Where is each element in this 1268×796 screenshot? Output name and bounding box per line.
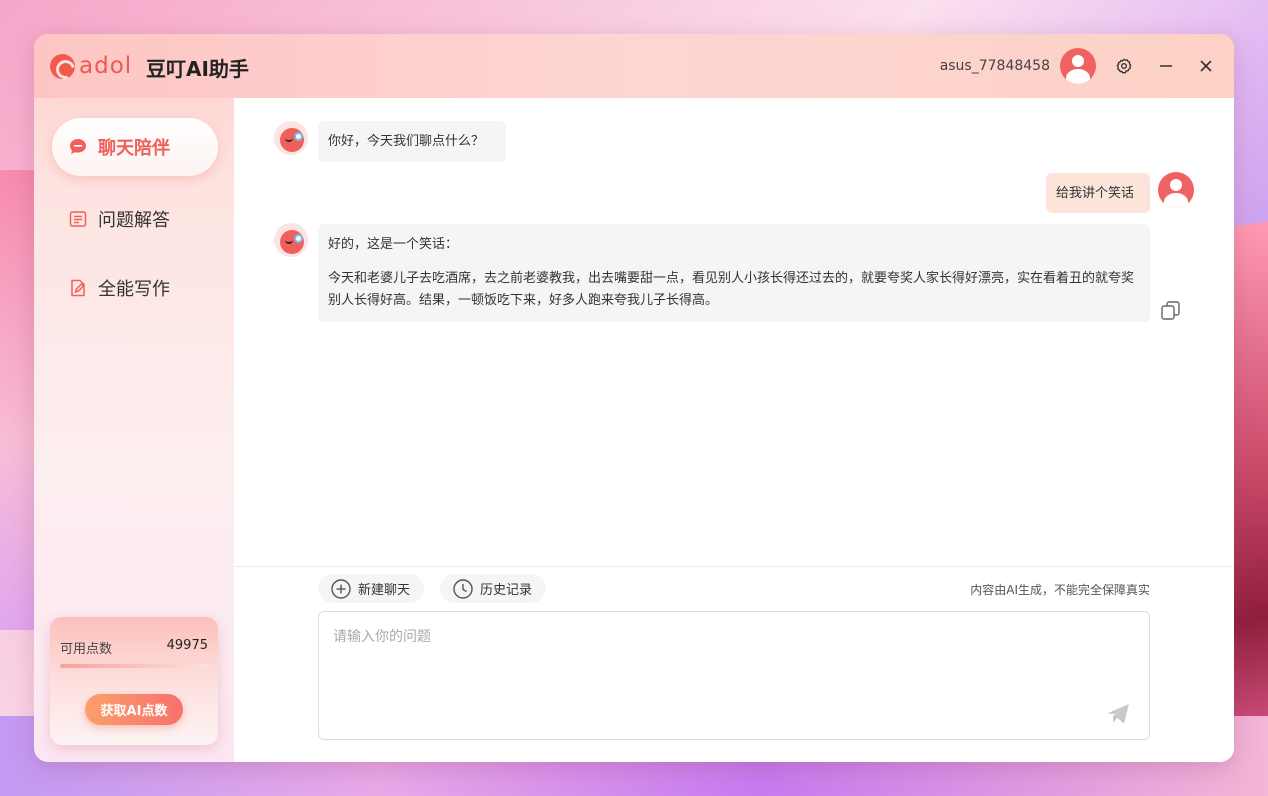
message-input[interactable] — [319, 612, 1149, 739]
composer-divider — [234, 566, 1234, 567]
document-list-icon — [68, 209, 88, 229]
points-progress-bar — [60, 664, 208, 668]
send-button[interactable] — [1105, 701, 1131, 727]
sidebar-item-label: 聊天陪伴 — [98, 138, 170, 159]
new-chat-label: 新建聊天 — [358, 583, 411, 598]
logo-text: adol — [79, 53, 133, 79]
message-text: 好的，这是一个笑话： — [328, 237, 459, 252]
copy-icon — [1161, 301, 1180, 320]
bot-message-bubble: 好的，这是一个笑话： 今天和老婆儿子去吃酒席，去之前老婆教我，出去嘴要甜一点，看… — [318, 224, 1150, 322]
bot-avatar — [274, 121, 308, 155]
message-text-body: 今天和老婆儿子去吃酒席，去之前老婆教我，出去嘴要甜一点，看见别人小孩长得还过去的… — [328, 271, 1135, 308]
user-message-avatar — [1158, 172, 1194, 208]
chat-area: 你好，今天我们聊点什么？ 给我讲个笑话 好的，这是一个笑话： 今天和老婆儿子去吃… — [234, 98, 1234, 566]
message-text: 给我讲个笑话 — [1056, 186, 1135, 201]
plus-circle-icon — [330, 578, 352, 600]
sidebar-item-qa[interactable]: 问题解答 — [52, 190, 218, 248]
chat-bubble-icon — [68, 137, 88, 157]
history-label: 历史记录 — [480, 583, 533, 598]
app-window: adol 豆叮AI助手 asus_77848458 聊天陪伴 问题解答 全能写作… — [34, 34, 1234, 762]
minimize-button[interactable] — [1154, 54, 1178, 78]
get-points-button[interactable]: 获取AI点数 — [85, 694, 183, 725]
message-input-box — [318, 611, 1150, 740]
close-button[interactable] — [1194, 54, 1218, 78]
edit-document-icon — [68, 278, 88, 298]
minimize-icon — [1160, 65, 1172, 67]
copy-button[interactable] — [1160, 300, 1182, 322]
app-title: 豆叮AI助手 — [146, 57, 249, 81]
title-bar: adol 豆叮AI助手 asus_77848458 — [34, 34, 1234, 98]
sidebar-item-label: 问题解答 — [98, 210, 170, 231]
ai-disclaimer: 内容由AI生成，不能完全保障真实 — [970, 583, 1150, 597]
main-panel: 你好，今天我们聊点什么？ 给我讲个笑话 好的，这是一个笑话： 今天和老婆儿子去吃… — [234, 98, 1234, 762]
user-message-bubble: 给我讲个笑话 — [1046, 173, 1150, 213]
sidebar: 聊天陪伴 问题解答 全能写作 可用点数 49975 获取AI点数 — [34, 98, 234, 762]
user-avatar[interactable] — [1060, 48, 1096, 84]
bot-message-bubble: 你好，今天我们聊点什么？ — [318, 121, 506, 162]
history-button[interactable]: 历史记录 — [440, 574, 547, 603]
send-icon — [1107, 704, 1129, 724]
settings-button[interactable] — [1112, 54, 1136, 78]
points-progress-fill — [60, 664, 208, 668]
points-label: 可用点数 — [60, 642, 113, 657]
gear-icon — [1116, 58, 1132, 74]
sidebar-item-writing[interactable]: 全能写作 — [52, 259, 218, 317]
logo-mark-icon — [50, 53, 75, 79]
sidebar-item-chat[interactable]: 聊天陪伴 — [52, 118, 218, 176]
close-icon — [1200, 60, 1212, 72]
clock-icon — [452, 578, 474, 600]
points-card: 可用点数 49975 获取AI点数 — [50, 617, 218, 745]
bot-avatar — [274, 223, 308, 257]
app-logo: adol — [50, 53, 132, 79]
new-chat-button[interactable]: 新建聊天 — [318, 574, 425, 603]
username: asus_77848458 — [939, 58, 1050, 74]
sidebar-item-label: 全能写作 — [98, 279, 170, 300]
message-text: 你好，今天我们聊点什么？ — [328, 134, 485, 149]
points-value: 49975 — [166, 638, 208, 653]
